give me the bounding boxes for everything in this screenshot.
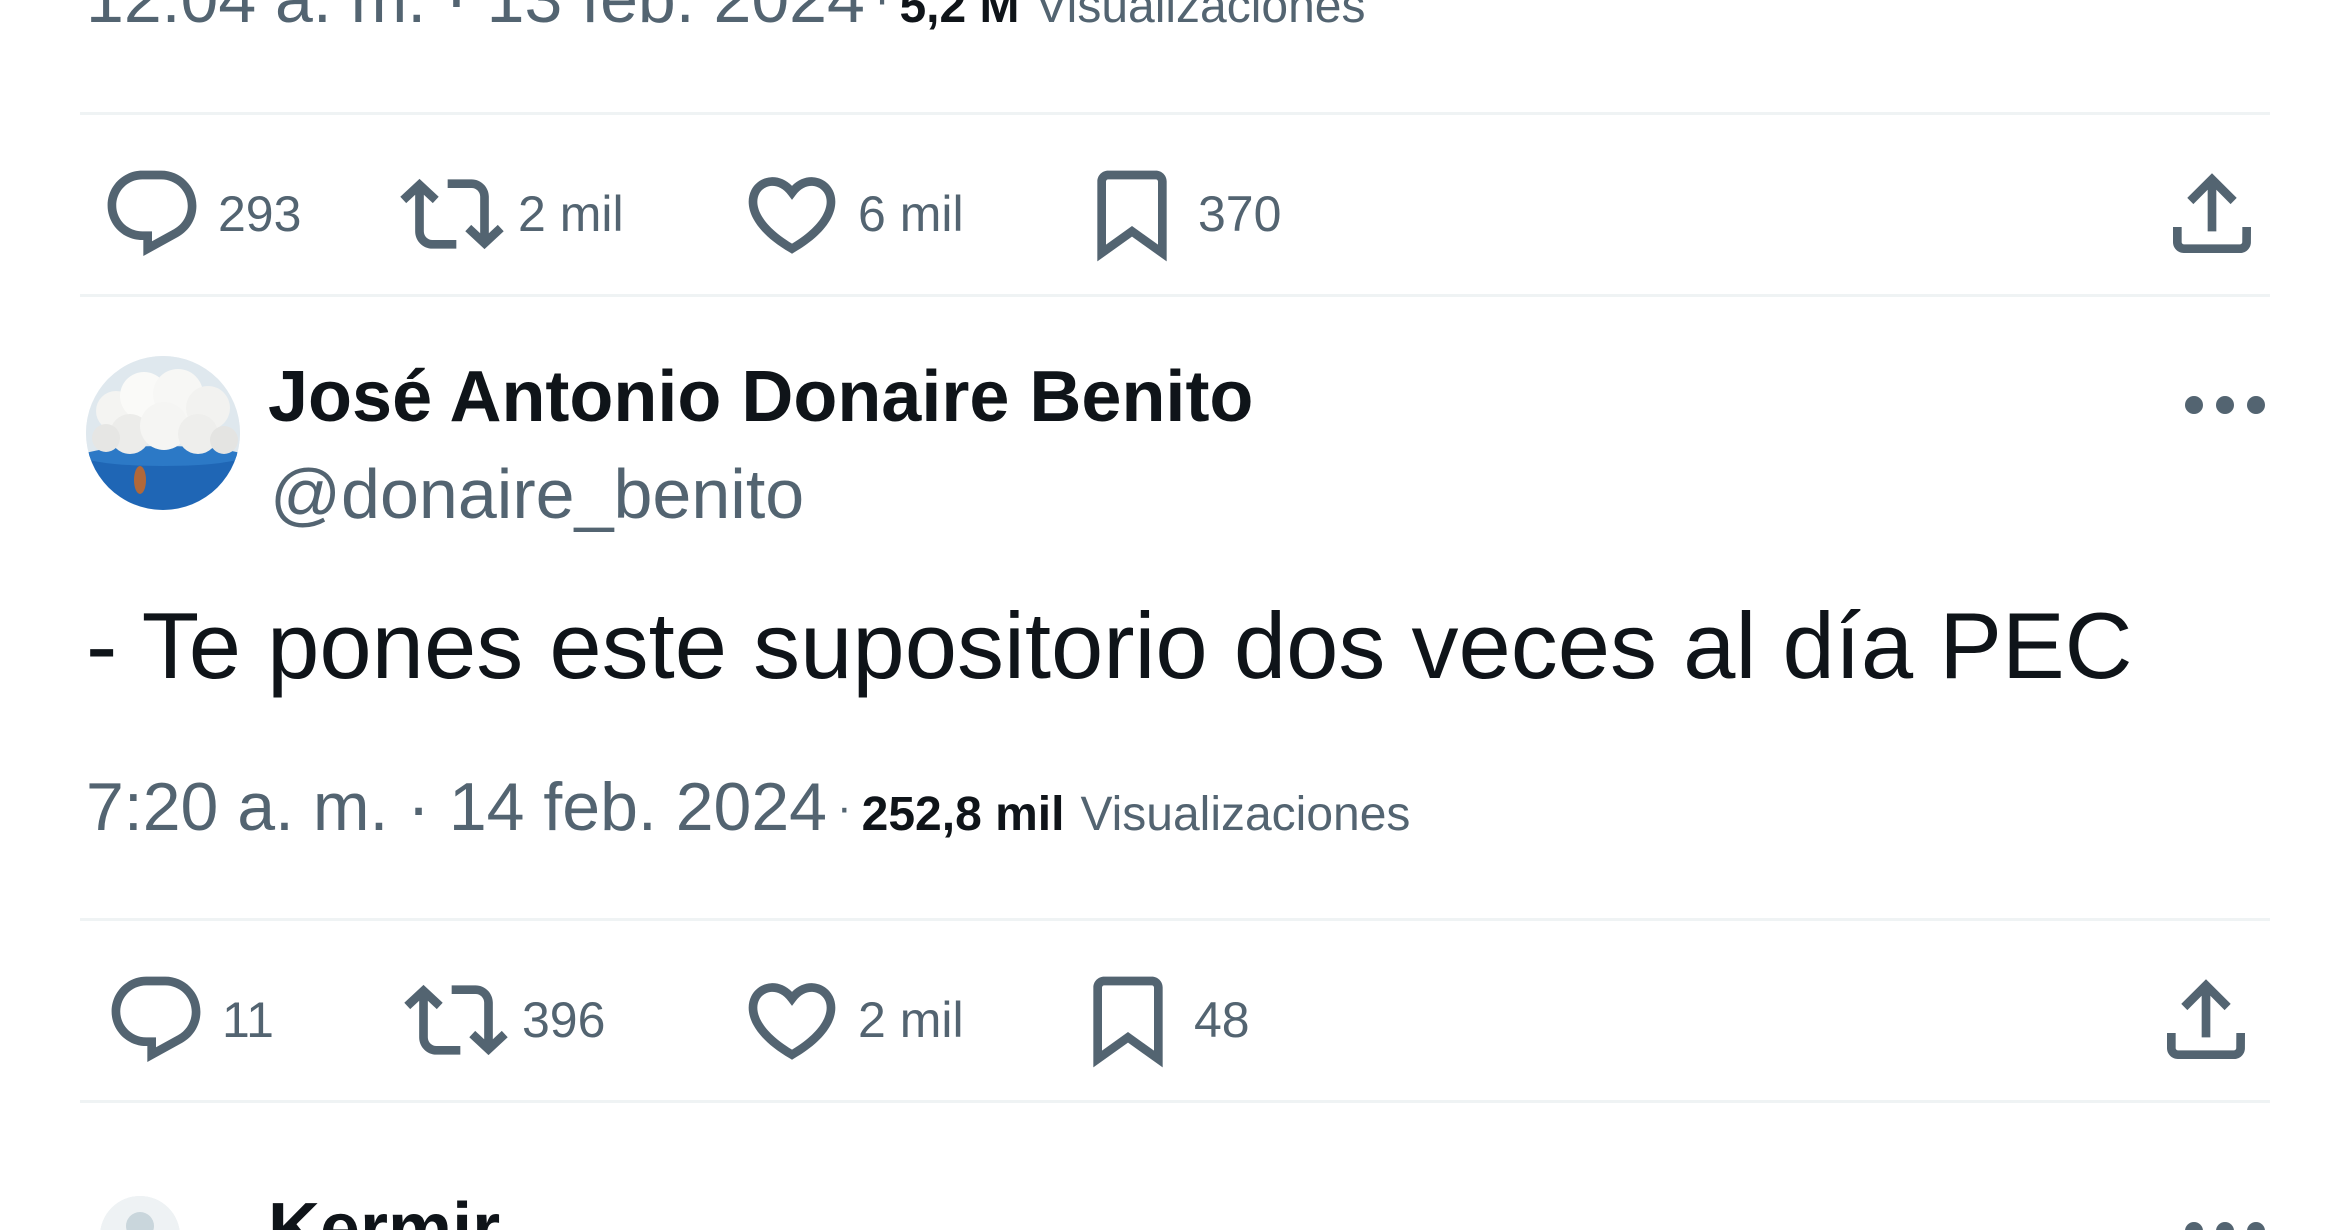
tweet-actions-main: 11 396 2 mil 48 <box>80 960 2270 1080</box>
avatar[interactable] <box>86 356 240 510</box>
retweet-icon <box>404 984 508 1056</box>
tweet-time[interactable]: 7:20 a. m. · 14 feb. 2024 <box>86 769 827 845</box>
heart-icon <box>748 177 836 254</box>
bookmark-count: 48 <box>1194 992 1250 1048</box>
divider <box>80 918 2270 921</box>
retweet-button[interactable]: 2 mil <box>400 154 624 274</box>
more-options-button[interactable] <box>2170 370 2280 440</box>
tweet-meta-main: 7:20 a. m. · 14 feb. 2024 · 252,8 mil Visua… <box>86 768 1410 846</box>
retweet-icon <box>400 178 504 250</box>
views-label: Visualizaciones <box>1035 0 1366 33</box>
retweet-count: 2 mil <box>518 186 624 242</box>
avatar[interactable] <box>100 1196 180 1230</box>
tweet-thread: 12:04 a. m. · 13 feb. 2024 · 5,2 M Visualiz… <box>0 0 2350 1230</box>
share-button[interactable] <box>2160 154 2264 274</box>
reply-count: 293 <box>218 186 302 242</box>
divider <box>80 1100 2270 1103</box>
like-count: 2 mil <box>858 992 964 1048</box>
reply-count: 11 <box>222 992 274 1048</box>
author-handle[interactable]: @donaire_benito <box>270 454 804 534</box>
views-count: 5,2 M <box>899 0 1020 33</box>
meta-separator: · <box>836 783 852 832</box>
retweet-count: 396 <box>522 992 606 1048</box>
share-button[interactable] <box>2154 960 2258 1080</box>
reply-icon <box>107 170 197 257</box>
divider <box>80 294 2270 297</box>
like-button[interactable]: 2 mil <box>740 960 964 1080</box>
divider <box>80 112 2270 115</box>
like-count: 6 mil <box>858 186 964 242</box>
reply-button[interactable]: 11 <box>104 960 274 1080</box>
like-button[interactable]: 6 mil <box>740 154 964 274</box>
tweet-actions-previous: 293 2 mil 6 mil 370 <box>80 154 2270 274</box>
bookmark-button[interactable]: 48 <box>1076 960 1250 1080</box>
more-icon <box>2185 1222 2265 1230</box>
tweet-meta-previous: 12:04 a. m. · 13 feb. 2024 · 5,2 M Visualiz… <box>86 0 1365 38</box>
tweet-text: - Te pones este supositorio dos veces al… <box>86 593 2133 698</box>
more-icon <box>2185 396 2265 414</box>
avatar-image <box>100 1196 180 1230</box>
author-name[interactable]: José Antonio Donaire Benito <box>268 356 1253 438</box>
bookmark-icon <box>1093 976 1163 1068</box>
bookmark-icon <box>1097 170 1167 262</box>
meta-separator: · <box>875 0 890 24</box>
share-icon <box>2173 173 2251 253</box>
author-name[interactable]: Kermir <box>268 1188 500 1230</box>
views-count: 252,8 mil <box>861 788 1065 841</box>
bookmark-button[interactable]: 370 <box>1080 154 1281 274</box>
reply-button[interactable]: 293 <box>100 154 301 274</box>
avatar-image <box>86 356 240 510</box>
views-label: Visualizaciones <box>1080 788 1411 841</box>
share-icon <box>2167 979 2245 1059</box>
tweet-time[interactable]: 12:04 a. m. · 13 feb. 2024 <box>86 0 865 37</box>
more-options-button[interactable] <box>2170 1196 2280 1230</box>
reply-icon <box>111 976 201 1063</box>
retweet-button[interactable]: 396 <box>404 960 605 1080</box>
heart-icon <box>748 983 836 1060</box>
bookmark-count: 370 <box>1198 186 1282 242</box>
